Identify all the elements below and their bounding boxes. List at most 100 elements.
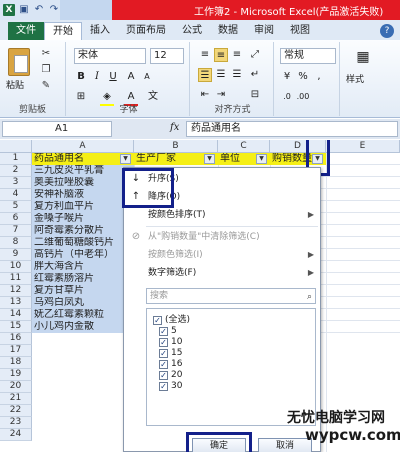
decrease-indent-icon[interactable]: ⇤ — [198, 88, 212, 102]
bold-button[interactable]: B — [74, 70, 88, 84]
filter-list-item[interactable]: ✓ 5 — [159, 326, 177, 337]
filter-search-input[interactable]: 搜索 ⌕ — [146, 288, 316, 304]
row-header[interactable]: 4 — [0, 189, 32, 201]
row-header[interactable]: 22 — [0, 405, 32, 417]
checkbox-icon[interactable]: ✓ — [159, 338, 168, 347]
row-header[interactable]: 2 — [0, 165, 32, 177]
name-box[interactable]: A1 — [2, 121, 112, 137]
tab-review[interactable]: 审阅 — [246, 22, 282, 40]
drug-name-cell[interactable]: 安神补脑液 — [32, 189, 134, 201]
align-left-icon[interactable]: ☰ — [198, 68, 212, 82]
row-header[interactable]: 21 — [0, 393, 32, 405]
column-header-b[interactable]: B — [134, 140, 218, 153]
filter-list-item[interactable]: ✓ (全选) — [153, 315, 190, 326]
row-header[interactable]: 12 — [0, 285, 32, 297]
row-header[interactable]: 16 — [0, 333, 32, 345]
row-header[interactable]: 17 — [0, 345, 32, 357]
font-size-select[interactable]: 12 — [150, 48, 184, 64]
filter-list-item[interactable]: ✓ 10 — [159, 337, 182, 348]
save-icon[interactable]: ▣ — [18, 4, 30, 16]
row-header[interactable]: 24 — [0, 429, 32, 441]
align-center-icon[interactable]: ☰ — [214, 68, 228, 82]
column-header-c[interactable]: C — [218, 140, 270, 153]
column-header-a[interactable]: A — [32, 140, 134, 153]
tab-formulas[interactable]: 公式 — [174, 22, 210, 40]
filter-value-list[interactable]: ✓ (全选) ✓ 5 ✓ 10 ✓ 15 ✓ 16 ✓ 20 ✓ 30 — [146, 308, 316, 426]
drug-name-cell[interactable]: 金嗓子喉片 — [32, 213, 134, 225]
merge-center-icon[interactable]: ⊟ — [248, 88, 262, 102]
format-painter-icon[interactable]: ✎ — [40, 80, 52, 92]
styles-icon[interactable]: ▦ — [354, 50, 372, 68]
cut-icon[interactable]: ✂ — [40, 48, 52, 60]
filter-dropdown-button[interactable]: ▼ — [120, 154, 131, 164]
filter-by-color-item[interactable]: 按颜色筛选(I) ▶ — [124, 246, 320, 264]
drug-name-cell[interactable]: 复方利血平片 — [32, 201, 134, 213]
tab-page-layout[interactable]: 页面布局 — [118, 22, 174, 40]
header-cell-drug-name[interactable]: 药品通用名 — [32, 153, 134, 165]
select-all-corner[interactable] — [0, 140, 32, 153]
redo-icon[interactable]: ↷ — [48, 4, 60, 16]
checkbox-icon[interactable]: ✓ — [159, 371, 168, 380]
help-icon[interactable]: ? — [380, 24, 394, 38]
decrease-decimal-icon[interactable]: .00 — [296, 90, 310, 104]
row-header[interactable]: 6 — [0, 213, 32, 225]
drug-name-cell[interactable]: 妩乙红霉素颗粒 — [32, 309, 134, 321]
column-header-e[interactable]: E — [326, 140, 400, 153]
drug-name-cell[interactable]: 二维葡萄糖酸钙片 — [32, 237, 134, 249]
tab-view[interactable]: 视图 — [282, 22, 318, 40]
align-top-icon[interactable]: ≡ — [198, 48, 212, 62]
align-right-icon[interactable]: ☰ — [230, 68, 244, 82]
row-header[interactable]: 5 — [0, 201, 32, 213]
filter-list-item[interactable]: ✓ 15 — [159, 348, 182, 359]
row-header[interactable]: 1 — [0, 153, 32, 165]
drug-name-cell[interactable]: 奥美拉唑胶囊 — [32, 177, 134, 189]
filter-list-item[interactable]: ✓ 30 — [159, 381, 182, 392]
drug-name-cell[interactable]: 小儿鸡内金散 — [32, 321, 134, 333]
tab-file[interactable]: 文件 — [8, 22, 44, 40]
row-header[interactable]: 19 — [0, 369, 32, 381]
row-header[interactable]: 13 — [0, 297, 32, 309]
shrink-font-icon[interactable]: A — [140, 70, 154, 84]
underline-button[interactable]: U — [106, 70, 120, 84]
filter-list-item[interactable]: ✓ 20 — [159, 370, 182, 381]
row-header[interactable]: 23 — [0, 417, 32, 429]
increase-indent-icon[interactable]: ⇥ — [214, 88, 228, 102]
checkbox-icon[interactable]: ✓ — [159, 360, 168, 369]
italic-button[interactable]: I — [90, 70, 104, 84]
number-filter-item[interactable]: 数字筛选(F) ▶ — [124, 264, 320, 282]
formula-input[interactable]: 药品通用名 — [186, 121, 398, 137]
checkbox-icon[interactable]: ✓ — [159, 382, 168, 391]
row-header[interactable]: 9 — [0, 249, 32, 261]
filter-dropdown-button[interactable]: ▼ — [256, 154, 267, 164]
currency-icon[interactable]: ¥ — [280, 70, 294, 84]
row-header[interactable]: 20 — [0, 381, 32, 393]
row-header[interactable]: 14 — [0, 309, 32, 321]
drug-name-cell[interactable]: 三九皮炎平乳膏 — [32, 165, 134, 177]
row-header[interactable]: 7 — [0, 225, 32, 237]
percent-button[interactable]: % — [296, 70, 310, 84]
checkbox-icon[interactable]: ✓ — [159, 349, 168, 358]
checkbox-icon[interactable]: ✓ — [159, 327, 168, 336]
row-header[interactable]: 10 — [0, 261, 32, 273]
drug-name-cell[interactable]: 高钙片（中老年） — [32, 249, 134, 261]
number-format-select[interactable]: 常规 — [280, 48, 336, 64]
sort-by-color-item[interactable]: 按颜色排序(T) ▶ — [124, 206, 320, 224]
undo-icon[interactable]: ↶ — [33, 4, 45, 16]
grow-font-icon[interactable]: A — [124, 70, 138, 84]
clear-filter-item[interactable]: ⊘ 从"购销数量"中清除筛选(C) — [124, 228, 320, 246]
copy-icon[interactable]: ❐ — [40, 64, 52, 76]
tab-data[interactable]: 数据 — [210, 22, 246, 40]
row-header[interactable]: 18 — [0, 357, 32, 369]
row-header[interactable]: 11 — [0, 273, 32, 285]
tab-insert[interactable]: 插入 — [82, 22, 118, 40]
drug-name-cell[interactable]: 乌鸡白凤丸 — [32, 297, 134, 309]
drug-name-cell[interactable]: 阿奇霉素分散片 — [32, 225, 134, 237]
align-bottom-icon[interactable]: ≡ — [230, 48, 244, 62]
drug-name-cell[interactable]: 复方甘草片 — [32, 285, 134, 297]
tab-home[interactable]: 开始 — [44, 22, 82, 40]
filter-list-item[interactable]: ✓ 16 — [159, 359, 182, 370]
drug-name-cell[interactable]: 胖大海含片 — [32, 261, 134, 273]
styles-label[interactable]: 样式 — [346, 72, 364, 85]
paste-icon[interactable] — [8, 48, 30, 76]
drug-name-cell[interactable]: 红霉素肠溶片 — [32, 273, 134, 285]
